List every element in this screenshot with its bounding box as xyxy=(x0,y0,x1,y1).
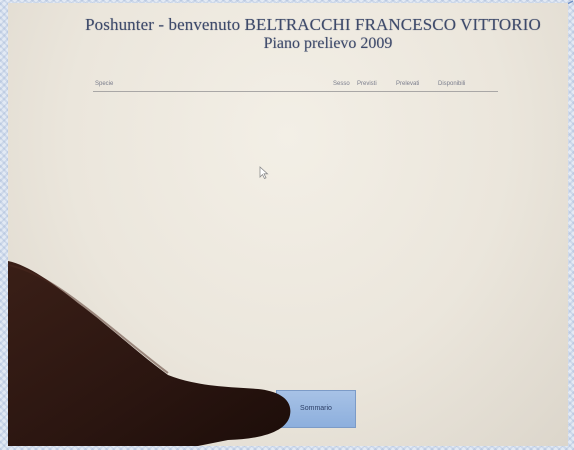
column-header-disponibili: Disponibili xyxy=(438,81,466,87)
column-header-previsti: Previsti xyxy=(357,81,377,87)
column-header-prelevati: Prelevati xyxy=(396,81,420,87)
finger-overlay xyxy=(8,261,291,446)
page-subtitle: Piano prelievo 2009 xyxy=(263,35,393,52)
table-header: Specie Sesso Previsti Prelevati Disponib… xyxy=(93,79,498,92)
mouse-pointer-icon xyxy=(259,166,269,179)
column-header-sesso: Sesso xyxy=(333,81,350,87)
column-header-specie: Specie xyxy=(95,81,114,87)
summary-button[interactable]: Sommario xyxy=(276,390,356,428)
page-title: Poshunter - benvenuto BELTRACCHI FRANCES… xyxy=(85,15,541,34)
screen-photo: Poshunter - benvenuto BELTRACCHI FRANCES… xyxy=(8,3,568,446)
